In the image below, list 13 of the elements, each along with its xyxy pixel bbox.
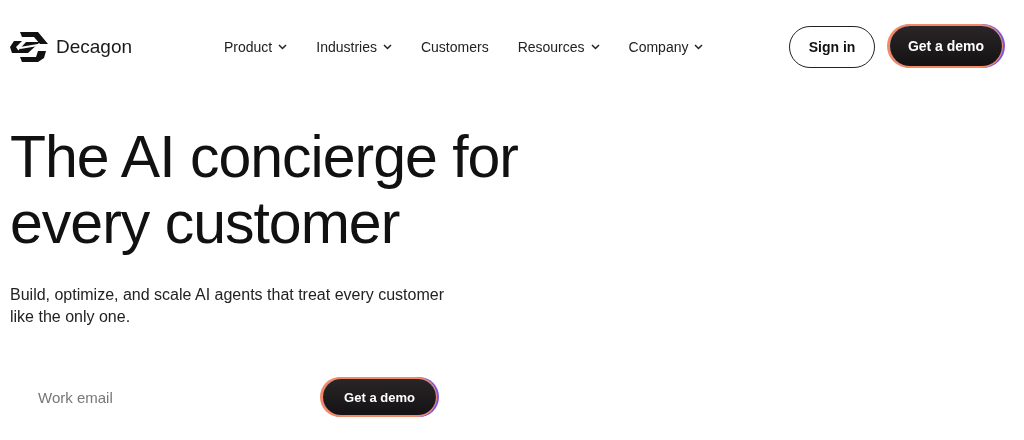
nav-link[interactable]: Company <box>628 39 704 55</box>
logo-icon <box>10 32 48 62</box>
hero-headline: The AI concierge for <box>10 124 518 190</box>
get-a-demo-button[interactable]: Get a demo <box>323 379 436 415</box>
brand-name[interactable]: Decagon <box>56 36 133 58</box>
nav-link[interactable]: Resources <box>517 39 600 55</box>
nav-link[interactable]: Product <box>224 39 288 55</box>
nav-link[interactable]: Customers <box>420 39 489 55</box>
sign-in-button[interactable]: Sign in <box>789 26 875 68</box>
hero-subtitle: Build, optimize, and scale AI agents that treat every customer like the only one. <box>10 285 445 327</box>
get-a-demo-button[interactable]: Get a demo <box>890 26 1002 66</box>
nav-link[interactable]: Industries <box>316 39 392 55</box>
hero-headline: every customer <box>10 190 400 256</box>
